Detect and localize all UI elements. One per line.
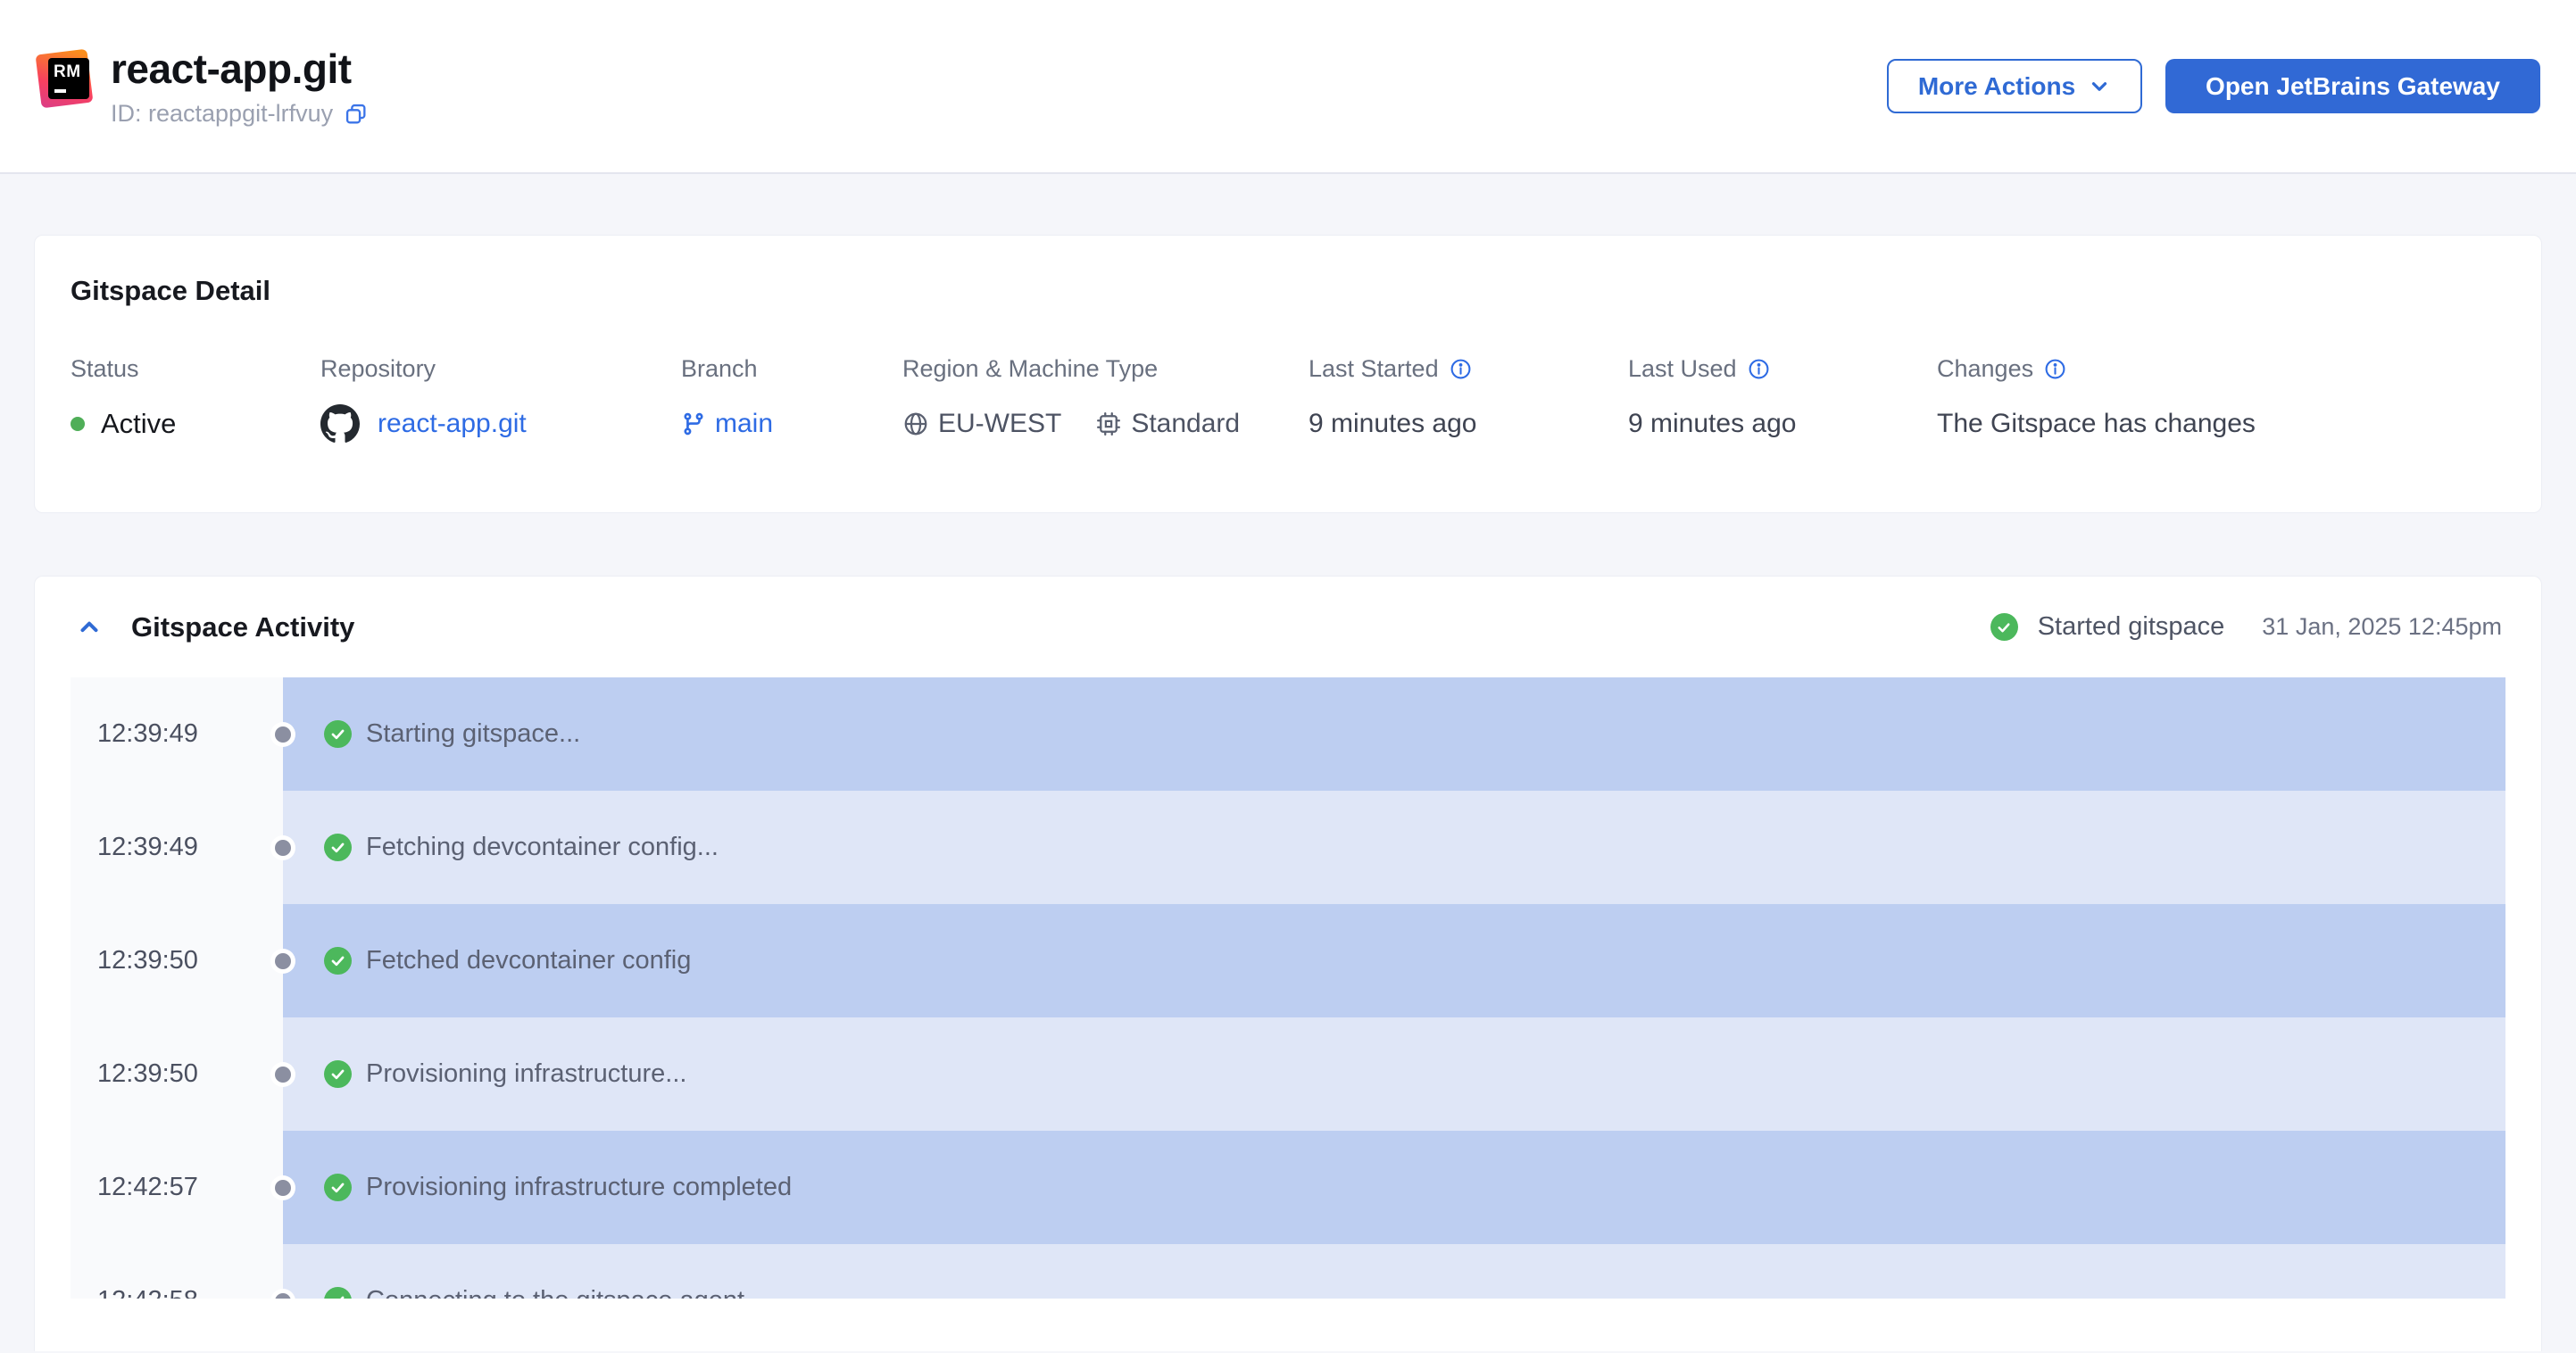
check-circle-icon xyxy=(324,1287,352,1299)
log-time: 12:39:50 xyxy=(71,904,283,1017)
info-icon[interactable] xyxy=(1450,358,1472,380)
branch-link[interactable]: main xyxy=(715,409,773,439)
timeline-dot xyxy=(275,1179,291,1196)
more-actions-button[interactable]: More Actions xyxy=(1887,59,2142,113)
timeline-dot xyxy=(275,839,291,856)
last-used-value: 9 minutes ago xyxy=(1628,409,1797,438)
check-circle-icon xyxy=(324,947,352,975)
cpu-icon xyxy=(1095,411,1122,437)
field-branch: Branch main xyxy=(681,353,902,444)
field-changes: Changes The Gitspace has changes xyxy=(1937,353,2505,444)
log-message: Provisioning infrastructure completed xyxy=(366,1173,793,1201)
info-icon[interactable] xyxy=(1748,358,1770,380)
gitspace-activity-card: Gitspace Activity Started gitspace 31 Ja… xyxy=(34,576,2542,1351)
check-circle-icon xyxy=(1990,613,2018,641)
page-content: Gitspace Detail Status Active Repository xyxy=(0,174,2576,1351)
copy-icon xyxy=(344,102,369,127)
page-title: react-app.git xyxy=(111,46,352,92)
logo-text: RM xyxy=(54,62,81,81)
activity-log[interactable]: 12:39:49 Starting gitspace... 12:39:49 F… xyxy=(71,677,2505,1299)
activity-timestamp: 31 Jan, 2025 12:45pm xyxy=(2262,613,2502,640)
log-row: 12:39:49 Starting gitspace... xyxy=(71,677,2505,791)
collapse-activity-button[interactable] xyxy=(76,614,103,641)
copy-id-button[interactable] xyxy=(344,102,369,127)
log-message: Connecting to the gitspace agent... xyxy=(366,1286,766,1299)
log-row: 12:39:49 Fetching devcontainer config... xyxy=(71,791,2505,904)
field-last-started: Last Started 9 minutes ago xyxy=(1309,353,1628,444)
chevron-up-icon xyxy=(76,614,103,641)
open-jetbrains-gateway-button[interactable]: Open JetBrains Gateway xyxy=(2165,59,2540,113)
github-icon xyxy=(320,404,360,444)
status-dot-icon xyxy=(71,417,85,431)
log-row: 12:42:58 Connecting to the gitspace agen… xyxy=(71,1244,2505,1299)
field-status: Status Active xyxy=(71,353,320,444)
region-machine-label: Region & Machine Type xyxy=(902,354,1159,382)
log-message: Fetching devcontainer config... xyxy=(366,833,719,861)
region-value: EU-WEST xyxy=(938,409,1062,438)
log-time: 12:39:49 xyxy=(71,791,283,904)
globe-icon xyxy=(902,411,929,437)
timeline-dot xyxy=(275,952,291,969)
rubymine-logo-icon: RM xyxy=(35,46,95,112)
chevron-down-icon xyxy=(2088,75,2111,98)
status-label: Status xyxy=(71,354,139,382)
activity-card-title: Gitspace Activity xyxy=(131,610,355,643)
log-time: 12:39:50 xyxy=(71,1017,283,1131)
field-repository: Repository react-app.git xyxy=(320,353,681,444)
log-time: 12:39:49 xyxy=(71,677,283,791)
page-header: RM react-app.git ID: reactappgit-lrfvuy xyxy=(0,0,2576,174)
check-circle-icon xyxy=(324,1174,352,1201)
activity-status: Started gitspace xyxy=(2037,612,2225,641)
log-time: 12:42:57 xyxy=(71,1131,283,1244)
gitspace-detail-card: Gitspace Detail Status Active Repository xyxy=(34,235,2542,513)
log-message: Fetched devcontainer config xyxy=(366,946,692,975)
log-row: 12:39:50 Fetched devcontainer config xyxy=(71,904,2505,1017)
last-used-label: Last Used xyxy=(1628,354,1737,382)
field-region-machine: Region & Machine Type EU-WEST Standard xyxy=(902,353,1309,444)
branch-label: Branch xyxy=(681,354,758,382)
log-message: Starting gitspace... xyxy=(366,719,581,748)
timeline-dot xyxy=(275,1066,291,1083)
log-row: 12:39:50 Provisioning infrastructure... xyxy=(71,1017,2505,1131)
field-last-used: Last Used 9 minutes ago xyxy=(1628,353,1937,444)
changes-value: The Gitspace has changes xyxy=(1937,409,2256,438)
timeline-dot xyxy=(275,726,291,743)
log-row: 12:42:57 Provisioning infrastructure com… xyxy=(71,1131,2505,1244)
last-started-value: 9 minutes ago xyxy=(1309,409,1477,438)
repository-link[interactable]: react-app.git xyxy=(378,409,527,439)
machine-type-value: Standard xyxy=(1131,409,1241,438)
gitspace-id: ID: reactappgit-lrfvuy xyxy=(111,100,334,127)
changes-label: Changes xyxy=(1937,354,2034,382)
detail-card-title: Gitspace Detail xyxy=(71,275,270,306)
more-actions-label: More Actions xyxy=(1917,71,2076,100)
log-time: 12:42:58 xyxy=(71,1244,283,1299)
check-circle-icon xyxy=(324,720,352,748)
git-branch-icon xyxy=(681,411,706,436)
check-circle-icon xyxy=(324,834,352,861)
info-icon[interactable] xyxy=(2044,358,2066,380)
check-circle-icon xyxy=(324,1060,352,1088)
last-started-label: Last Started xyxy=(1309,354,1439,382)
log-message: Provisioning infrastructure... xyxy=(366,1059,687,1088)
status-value: Active xyxy=(101,408,177,439)
repository-label: Repository xyxy=(320,354,436,382)
